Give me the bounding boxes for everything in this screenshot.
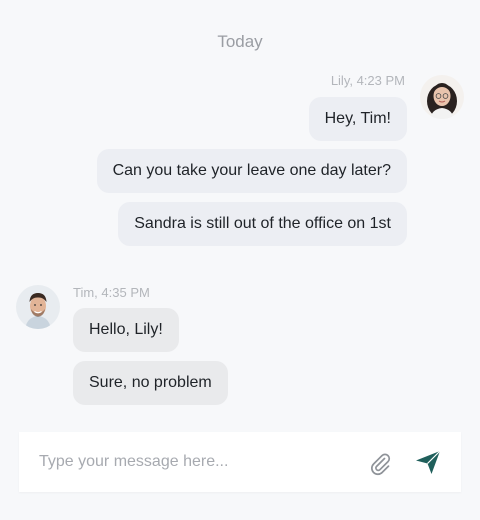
message-bubble: Sandra is still out of the office on 1st — [118, 202, 407, 246]
avatar-tim[interactable] — [16, 285, 60, 329]
send-icon — [416, 450, 441, 474]
day-divider: Today — [217, 32, 263, 51]
message-bubble: Sure, no problem — [73, 361, 228, 405]
attach-button[interactable] — [366, 449, 394, 477]
message-bubble: Hey, Tim! — [308, 97, 407, 141]
message-input[interactable] — [39, 446, 359, 478]
avatar-lily[interactable] — [420, 75, 464, 119]
sender-timestamp-tim: Tim, 4:35 PM — [73, 285, 150, 300]
sender-timestamp-lily: Lily, 4:23 PM — [330, 73, 405, 88]
message-composer — [19, 432, 461, 492]
message-bubble: Hello, Lily! — [73, 308, 179, 352]
paperclip-icon — [371, 453, 391, 476]
message-bubble: Can you take your leave one day later? — [96, 149, 407, 193]
send-button[interactable] — [414, 448, 442, 476]
